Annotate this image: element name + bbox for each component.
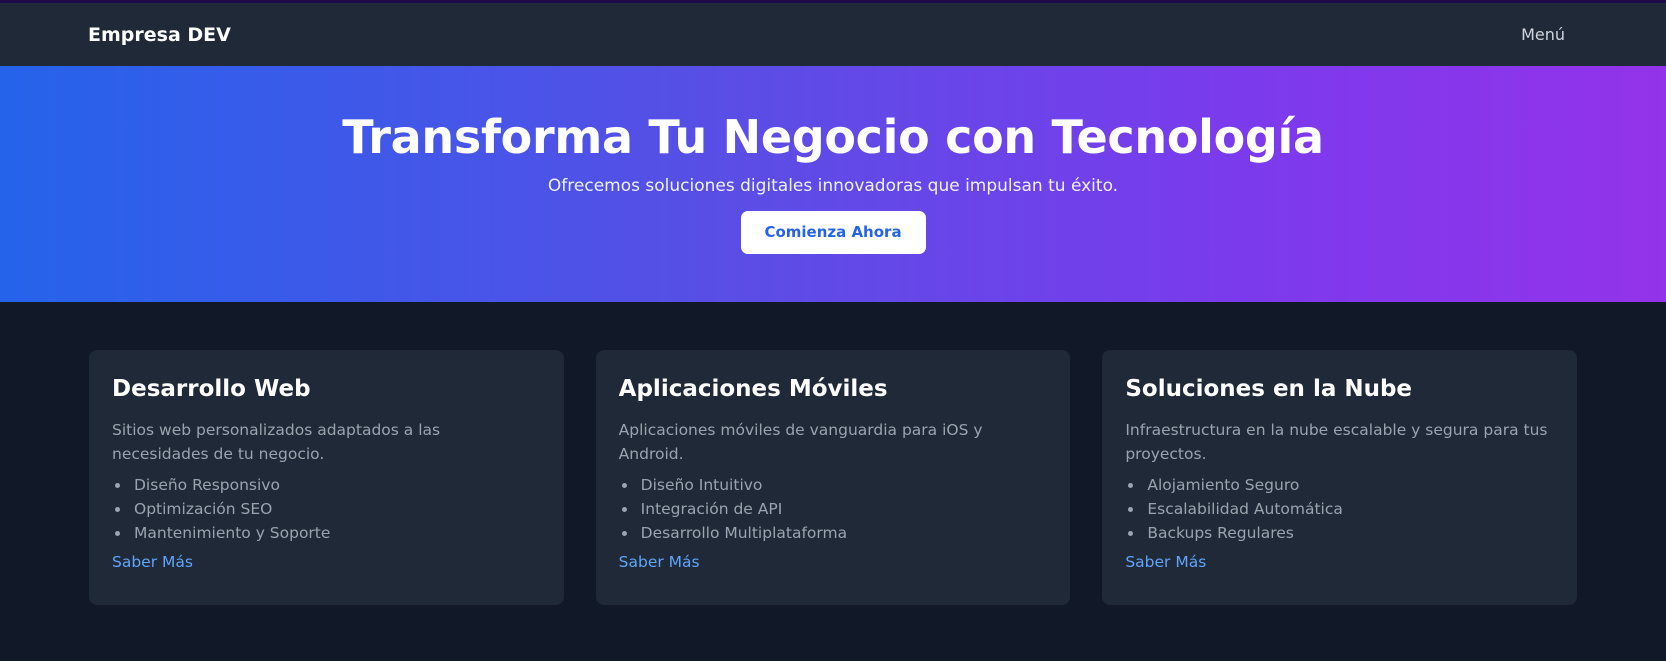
navbar: Empresa DEV Menú [0, 3, 1666, 66]
services-section: Desarrollo Web Sitios web personalizados… [0, 302, 1666, 605]
service-card-web: Desarrollo Web Sitios web personalizados… [89, 350, 564, 605]
feature-item: Mantenimiento y Soporte [112, 521, 541, 545]
service-card-cloud: Soluciones en la Nube Infraestructura en… [1102, 350, 1578, 605]
brand-logo[interactable]: Empresa DEV [88, 24, 231, 46]
card-description: Sitios web personalizados adaptados a la… [112, 421, 441, 463]
card-description: Aplicaciones móviles de vanguardia para … [618, 421, 983, 463]
feature-list: Diseño Responsivo Optimización SEO Mante… [112, 473, 541, 545]
feature-item: Optimización SEO [112, 497, 541, 521]
learn-more-link[interactable]: Saber Más [1125, 553, 1206, 571]
feature-list: Alojamiento Seguro Escalabilidad Automát… [1125, 473, 1554, 545]
card-title: Aplicaciones Móviles [618, 376, 888, 402]
card-description: Infraestructura en la nube escalable y s… [1125, 421, 1548, 463]
feature-item: Alojamiento Seguro [1125, 473, 1554, 497]
feature-item: Escalabilidad Automática [1125, 497, 1554, 521]
hero-section: Transforma Tu Negocio con Tecnología Ofr… [0, 66, 1666, 302]
feature-item: Diseño Intuitivo [619, 473, 1048, 497]
feature-list: Diseño Intuitivo Integración de API Desa… [619, 473, 1048, 545]
get-started-button[interactable]: Comienza Ahora [740, 210, 926, 254]
feature-item: Backups Regulares [1125, 521, 1554, 545]
card-title: Soluciones en la Nube [1125, 376, 1413, 402]
feature-item: Desarrollo Multiplataforma [619, 521, 1048, 545]
card-title: Desarrollo Web [112, 376, 311, 402]
feature-item: Integración de API [619, 497, 1048, 521]
service-card-mobile: Aplicaciones Móviles Aplicaciones móvile… [595, 350, 1071, 605]
learn-more-link[interactable]: Saber Más [619, 553, 700, 571]
feature-item: Diseño Responsivo [112, 473, 541, 497]
hero-subtitle: Ofrecemos soluciones digitales innovador… [547, 175, 1119, 196]
hero-title: Transforma Tu Negocio con Tecnología [342, 110, 1324, 164]
menu-button[interactable]: Menú [1521, 25, 1565, 44]
learn-more-link[interactable]: Saber Más [112, 553, 193, 571]
